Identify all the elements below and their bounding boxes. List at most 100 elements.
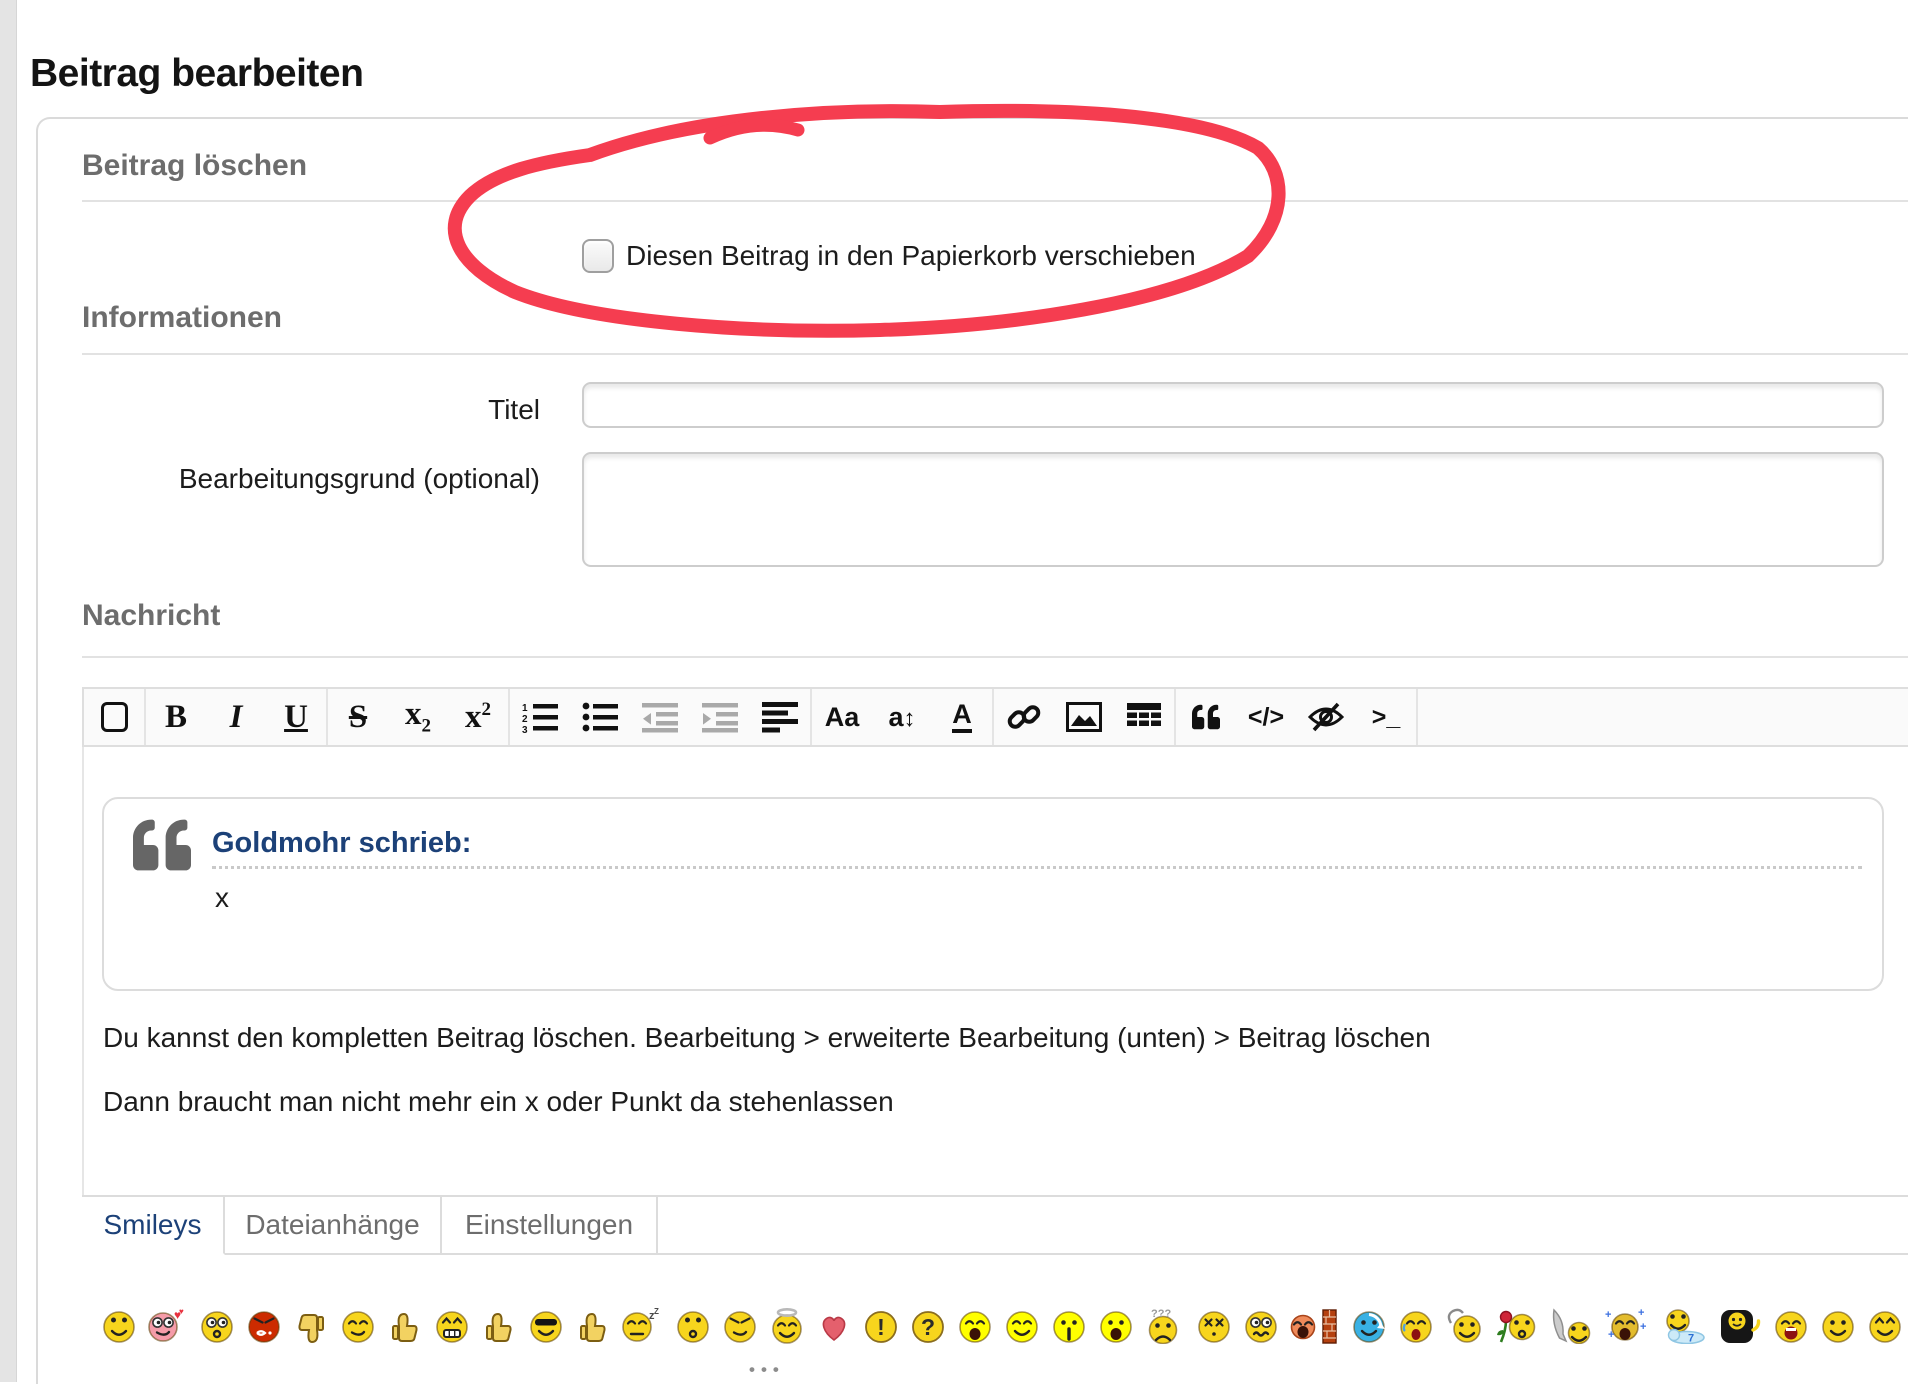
- terminal-button[interactable]: >_: [1356, 689, 1416, 745]
- smiley-love-hearts[interactable]: ♥ ♥: [148, 1307, 188, 1349]
- svg-text:Z: Z: [654, 1308, 659, 1316]
- titel-input[interactable]: [582, 382, 1884, 428]
- smiley-thumbs-down[interactable]: [293, 1308, 329, 1349]
- toolbar-group: Sx2 x2: [328, 689, 510, 745]
- editor-paragraph: Dann braucht man nicht mehr ein x oder P…: [103, 1086, 894, 1117]
- quote-left-icon: [133, 819, 191, 871]
- subscript-button[interactable]: x2: [388, 689, 448, 745]
- smiley-sleep-zzz[interactable]: zZ: [622, 1307, 664, 1349]
- smiley-bang-head-wall[interactable]: [1290, 1308, 1340, 1349]
- smiley-biggrin[interactable]: [434, 1308, 470, 1349]
- smiley-cloud-seven[interactable]: 7: [1659, 1308, 1707, 1349]
- toolbar-empty-space: [1418, 689, 1908, 745]
- ordered-list-button[interactable]: 123: [510, 689, 570, 745]
- smiley-thumbs-up-2[interactable]: [481, 1308, 517, 1349]
- trash-checkbox[interactable]: [582, 239, 614, 273]
- spoiler-button[interactable]: [1296, 689, 1356, 745]
- font-family-button[interactable]: Aa: [812, 689, 872, 745]
- section-title-delete: Beitrag löschen: [82, 149, 308, 182]
- smiley-shocked[interactable]: [1098, 1308, 1134, 1349]
- source-view-button[interactable]: [84, 689, 144, 745]
- smiley-angel-halo[interactable]: [769, 1307, 805, 1349]
- editor-paragraph: Du kannst den kompletten Beitrag löschen…: [103, 1022, 1431, 1053]
- hand-drawn-red-circle-annotation: [447, 103, 1286, 338]
- smiley-thumbs-up-3[interactable]: [575, 1308, 611, 1349]
- smiley-fishing-hook[interactable]: [1445, 1308, 1485, 1349]
- smiley-happy[interactable]: [1004, 1308, 1040, 1349]
- smiley-question[interactable]: ?: [910, 1308, 946, 1349]
- quote-button[interactable]: [1176, 689, 1236, 745]
- svg-text:3: 3: [522, 725, 528, 733]
- smiley-laugh-sparkle[interactable]: + + + +: [1604, 1307, 1648, 1349]
- italic-button[interactable]: I: [206, 689, 266, 745]
- svg-text:?: ?: [921, 1314, 935, 1340]
- smiley-roflmao[interactable]: [1773, 1308, 1809, 1349]
- svg-text:???: ???: [1151, 1308, 1171, 1320]
- smiley-ninja-thumbs-up[interactable]: [1718, 1308, 1762, 1349]
- smiley-eek-glasses[interactable]: [199, 1308, 235, 1349]
- smiley-rolleyes[interactable]: [101, 1308, 137, 1349]
- code-button[interactable]: </>: [1236, 689, 1296, 745]
- smiley-confused-qqq[interactable]: ???: [1145, 1308, 1185, 1349]
- superscript-button[interactable]: x2: [448, 689, 508, 745]
- page-title: Beitrag bearbeiten: [30, 52, 364, 96]
- tab-einstellungen[interactable]: Einstellungen: [442, 1197, 658, 1255]
- svg-text:1: 1: [522, 703, 528, 714]
- svg-text:+: +: [1605, 1309, 1611, 1321]
- indent-button[interactable]: [690, 689, 750, 745]
- smiley-smile[interactable]: [1820, 1308, 1856, 1349]
- unordered-list-button[interactable]: [570, 689, 630, 745]
- quote-author[interactable]: Goldmohr schrieb:: [212, 827, 471, 860]
- bold-button[interactable]: B: [146, 689, 206, 745]
- titel-label: Titel: [488, 394, 540, 425]
- divider: [82, 200, 1908, 202]
- bearbeitungsgrund-textarea[interactable]: [582, 452, 1884, 567]
- quote-divider: [212, 866, 1862, 869]
- svg-text:+: +: [1638, 1308, 1644, 1319]
- page-left-gutter: [0, 0, 17, 1382]
- smiley-smirk[interactable]: [340, 1308, 376, 1349]
- smiley-heart[interactable]: [816, 1308, 852, 1349]
- smiley-worried-glasses[interactable]: [1243, 1308, 1279, 1349]
- editor-toolbar: B I U Sx2 x2 1 2 3 Aa a↕ A </> >_: [82, 687, 1908, 747]
- svg-text:2: 2: [522, 714, 528, 725]
- section-title-informationen: Informationen: [82, 301, 282, 334]
- tab-dateianhänge[interactable]: Dateianhänge: [225, 1197, 442, 1255]
- smiley-exclamation[interactable]: !: [863, 1308, 899, 1349]
- link-button[interactable]: [994, 689, 1054, 745]
- smiley-shut-up[interactable]: [1051, 1308, 1087, 1349]
- font-color-button[interactable]: A: [932, 689, 992, 745]
- smiley-quill-writer[interactable]: [1547, 1308, 1593, 1349]
- table-button[interactable]: [1114, 689, 1174, 745]
- smiley-rose-giving[interactable]: [1496, 1308, 1536, 1349]
- toolbar-group: Aa a↕ A: [812, 689, 994, 745]
- trash-checkbox-label[interactable]: Diesen Beitrag in den Papierkorb verschi…: [626, 240, 1196, 272]
- smiley-dizzy[interactable]: [1196, 1308, 1232, 1349]
- svg-text:+: +: [1640, 1321, 1646, 1333]
- smiley-cool-sunglasses[interactable]: [528, 1308, 564, 1349]
- strikethrough-button[interactable]: S: [328, 689, 388, 745]
- toolbar-group: BIU: [146, 689, 328, 745]
- underline-button[interactable]: U: [266, 689, 326, 745]
- smiley-thumbs-up[interactable]: [387, 1308, 423, 1349]
- more-smileys-indicator: •••: [749, 1360, 785, 1379]
- tab-smileys[interactable]: Smileys: [82, 1197, 225, 1255]
- divider: [82, 656, 1908, 658]
- editor-tab-strip: Smileys Dateianhänge Einstellungen: [82, 1195, 1908, 1255]
- smiley-cursing[interactable]: [246, 1308, 282, 1349]
- smiley-whistle[interactable]: [675, 1308, 711, 1349]
- alignment-button[interactable]: [750, 689, 810, 745]
- smiley-yawn[interactable]: [957, 1308, 993, 1349]
- outdent-button[interactable]: [630, 689, 690, 745]
- smiley-spinning[interactable]: [1351, 1308, 1387, 1349]
- svg-text:!: !: [877, 1314, 885, 1340]
- svg-text:♥: ♥: [179, 1308, 184, 1316]
- section-title-nachricht: Nachricht: [82, 599, 221, 632]
- smiley-crying[interactable]: [1398, 1308, 1434, 1349]
- smiley-evil-grin[interactable]: [722, 1308, 758, 1349]
- image-button[interactable]: [1054, 689, 1114, 745]
- quote-content: x: [215, 882, 229, 913]
- smiley-content[interactable]: [1867, 1308, 1903, 1349]
- font-size-button[interactable]: a↕: [872, 689, 932, 745]
- smiley-picker-row: ♥ ♥ z Z!???? + + + +7: [101, 1307, 1903, 1349]
